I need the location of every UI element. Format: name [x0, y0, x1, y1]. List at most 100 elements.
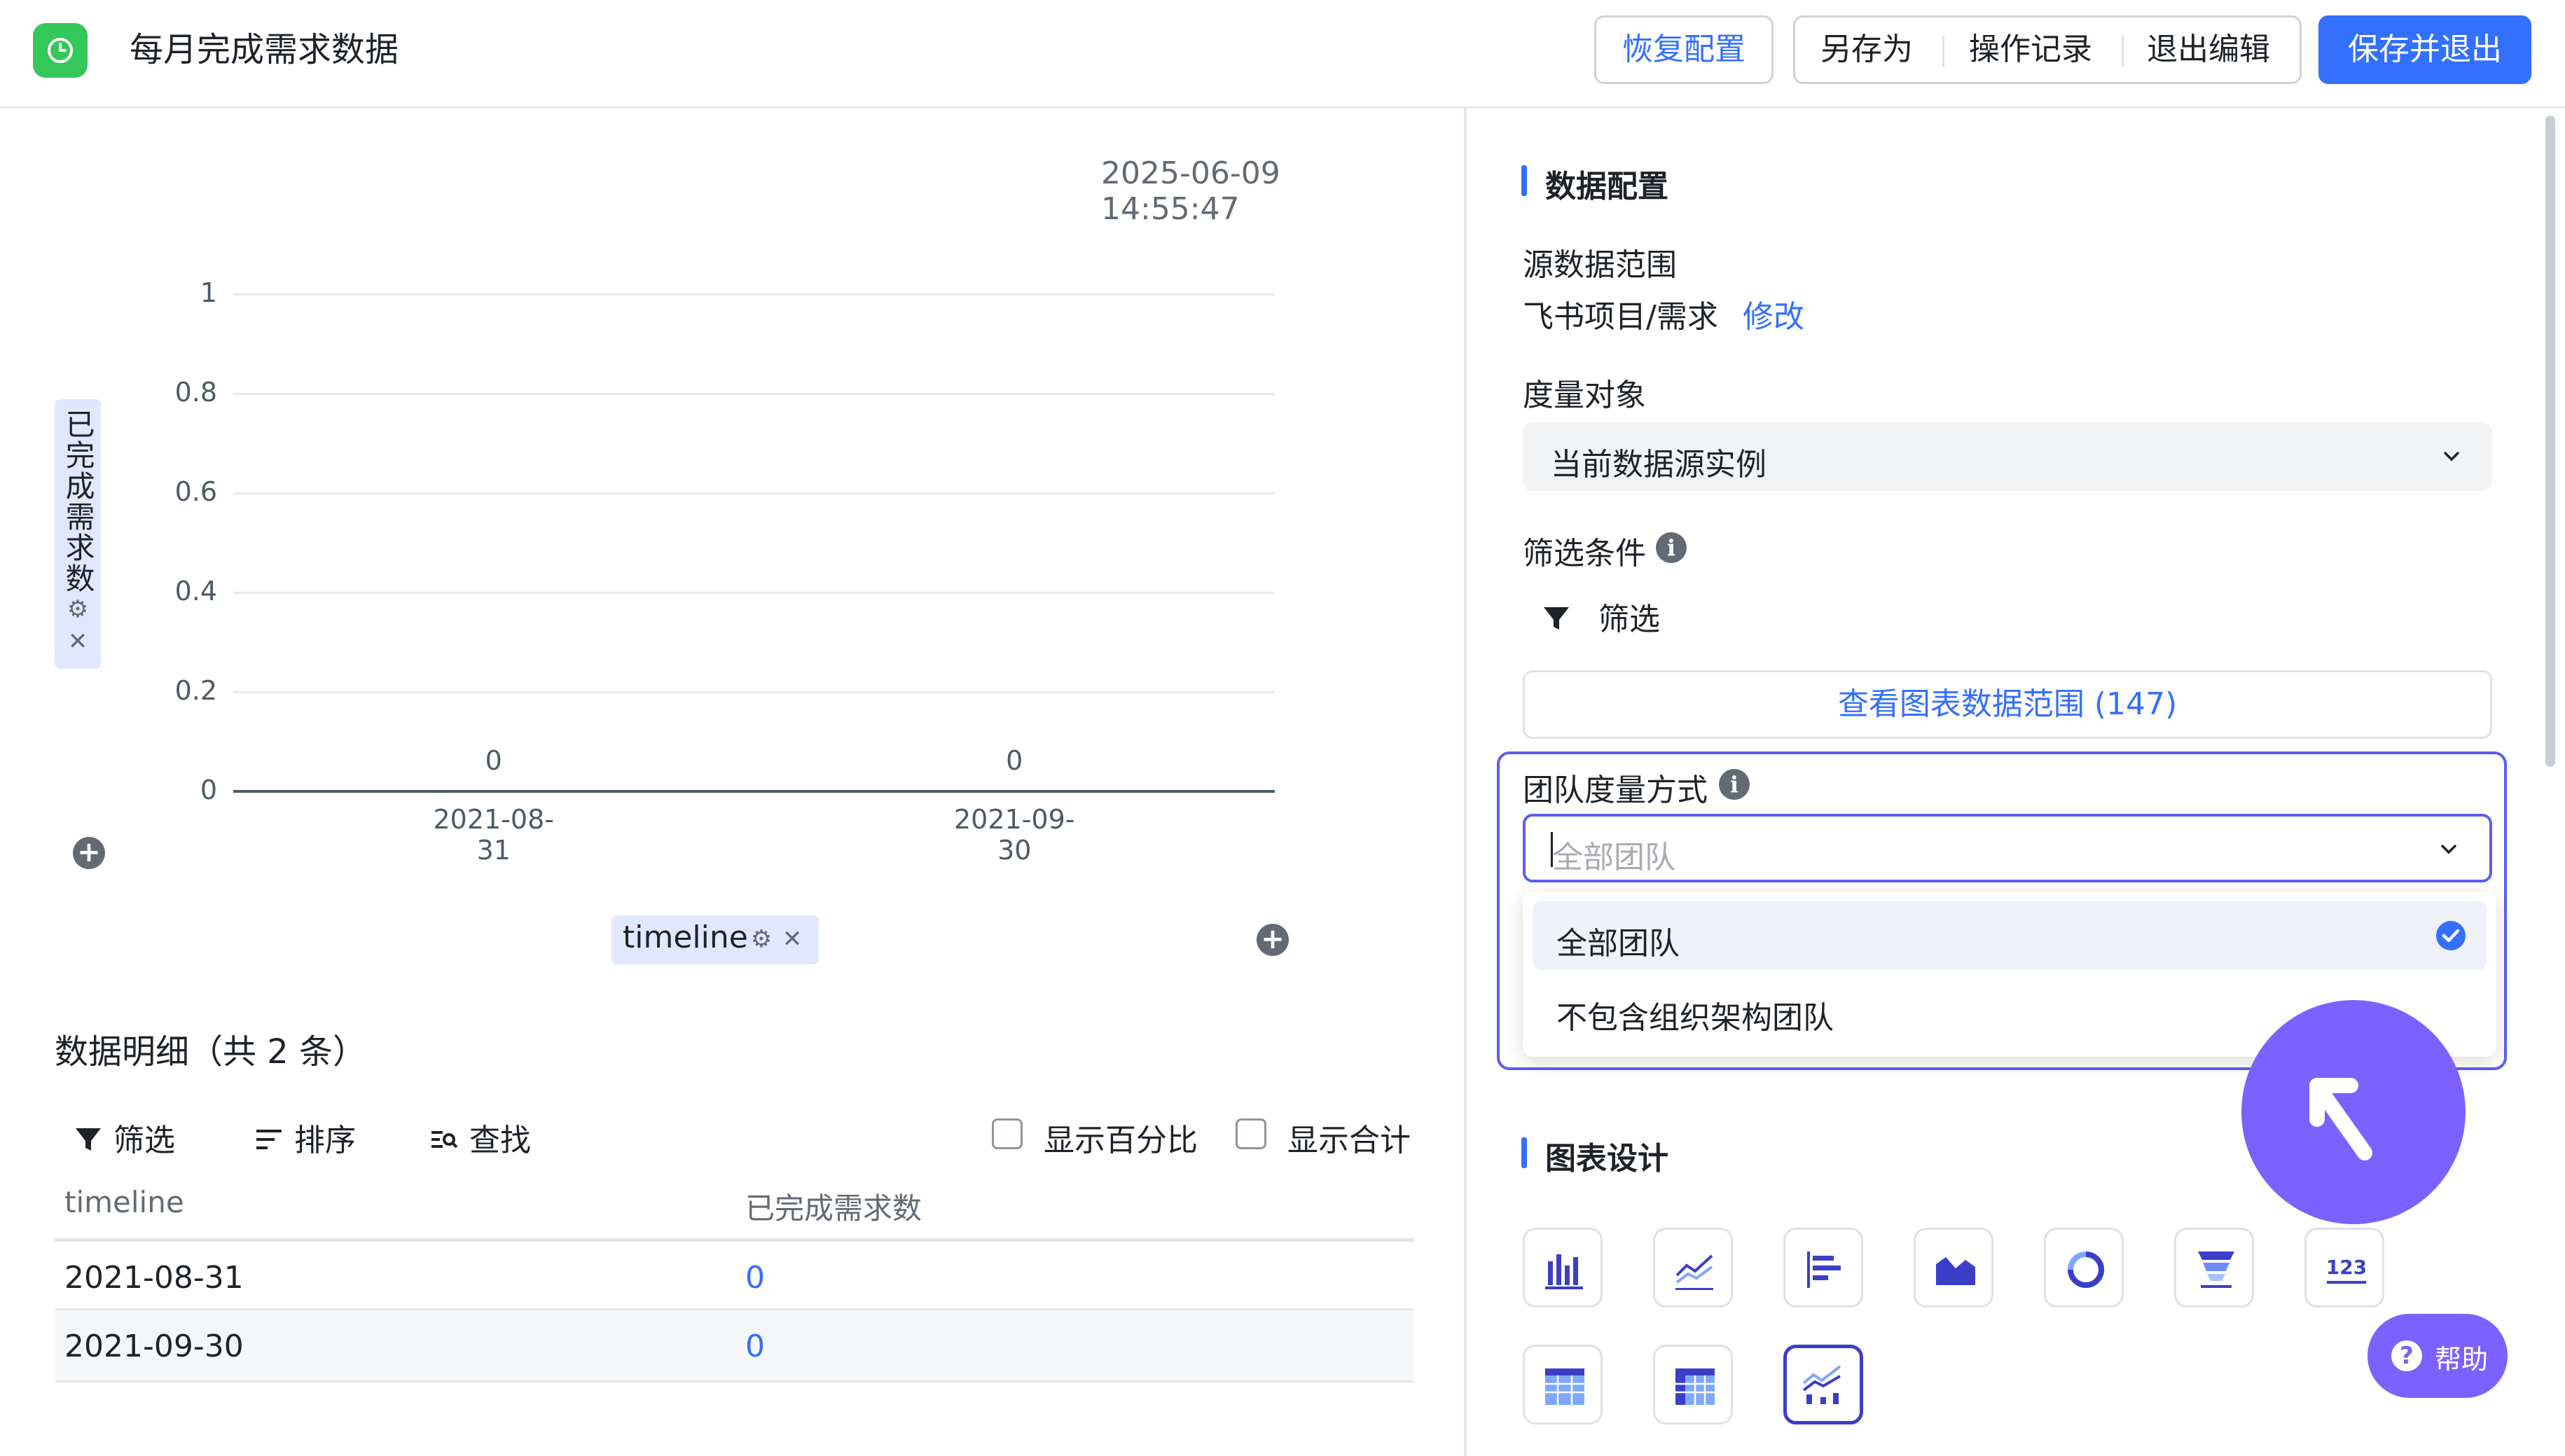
close-icon[interactable]: ✕ [55, 628, 101, 656]
area-chart-icon[interactable] [1914, 1228, 1993, 1308]
filter-condition-label: 筛选条件 [1523, 536, 1646, 571]
chart-timestamp: 2025-06-09 14:55:47 [1101, 155, 1280, 227]
y-tick-label: 1 [200, 277, 217, 308]
details-title: 数据明细（共 2 条） [55, 1032, 367, 1072]
team-measure-label: 团队度量方式 [1523, 772, 1708, 808]
add-y-field-icon[interactable]: + [73, 837, 105, 869]
y-tick-label: 0.8 [174, 377, 217, 408]
divider [1942, 36, 1944, 67]
bar-chart-icon[interactable] [1523, 1228, 1603, 1308]
donut-chart-icon[interactable] [2044, 1228, 2124, 1308]
y-tick-label: 0 [200, 775, 217, 805]
config-scrollbar[interactable] [2545, 116, 2555, 767]
team-select-placeholder: 全部团队 [1552, 840, 1675, 875]
gridline [233, 393, 1275, 395]
gear-icon[interactable]: ⚙ [749, 925, 774, 953]
check-icon [2436, 921, 2466, 950]
action-button-group: 另存为 操作记录 退出编辑 [1793, 15, 2302, 84]
modify-source-link[interactable]: 修改 [1743, 291, 1804, 336]
line-chart-icon[interactable] [1653, 1228, 1733, 1308]
gridline [233, 293, 1275, 296]
option-label: 全部团队 [1556, 926, 1680, 962]
chevron-down-icon [2443, 451, 2460, 462]
number-card-icon[interactable]: 123 [2304, 1228, 2384, 1308]
info-icon[interactable]: i [1656, 532, 1687, 563]
save-as-button[interactable]: 另存为 [1820, 18, 1913, 82]
text-cursor [1551, 832, 1553, 867]
top-header: 每月完成需求数据 恢复配置 另存为 操作记录 退出编辑 保存并退出 [0, 0, 2565, 109]
source-range-label: 源数据范围 [1523, 247, 1677, 283]
app-logo-icon [33, 23, 88, 78]
info-icon[interactable]: i [1719, 769, 1750, 800]
config-filter-button[interactable]: 筛选 [1541, 594, 1660, 639]
gear-icon[interactable]: ⚙ [55, 595, 101, 623]
measure-select[interactable]: 当前数据源实例 [1523, 422, 2492, 491]
details-sort-label: 排序 [294, 1123, 356, 1158]
x-field-label: timeline [623, 920, 748, 955]
details-find-button[interactable]: 查找 [429, 1115, 531, 1160]
panel-divider [1464, 109, 1467, 1456]
measure-select-value: 当前数据源实例 [1551, 447, 1767, 483]
data-label: 0 [485, 745, 502, 776]
question-icon: ? [2391, 1340, 2422, 1371]
data-label: 0 [1006, 745, 1023, 776]
table-row[interactable]: 2021-08-31 0 [55, 1238, 1413, 1312]
table-cell: 2021-08-31 [64, 1260, 244, 1296]
show-total-checkbox[interactable] [1236, 1118, 1266, 1149]
section-marker [1521, 165, 1527, 196]
column-header: 已完成需求数 [745, 1191, 922, 1226]
details-filter-label: 筛选 [113, 1123, 175, 1158]
x-axis-line [233, 790, 1275, 793]
x-tick-label: 2021-09-30 [954, 804, 1075, 866]
show-percent-checkbox[interactable] [992, 1118, 1023, 1149]
y-tick-label: 0.4 [174, 576, 217, 606]
history-button[interactable]: 操作记录 [1969, 18, 2092, 82]
details-sort-button[interactable]: 排序 [254, 1115, 356, 1160]
show-percent-label: 显示百分比 [1044, 1123, 1198, 1158]
details-filter-button[interactable]: 筛选 [73, 1115, 175, 1160]
section-marker [1521, 1137, 1527, 1168]
team-measure-select[interactable]: 全部团队 [1523, 814, 2492, 882]
y-field-pill[interactable]: 已完成需求数 ⚙ ✕ [55, 399, 101, 669]
funnel-chart-icon[interactable] [2174, 1228, 2254, 1308]
find-icon [431, 1131, 458, 1149]
gridline [233, 492, 1275, 494]
view-chart-data-range-button[interactable]: 查看图表数据范围 (147) [1523, 670, 2492, 739]
details-find-label: 查找 [469, 1123, 531, 1158]
option-label: 不包含组织架构团队 [1556, 1000, 1834, 1036]
table-icon[interactable] [1523, 1345, 1603, 1424]
help-label: 帮助 [2435, 1344, 2489, 1375]
sort-icon [256, 1130, 282, 1149]
table-row[interactable]: 2021-09-30 0 [55, 1308, 1413, 1382]
add-x-field-icon[interactable]: + [1257, 924, 1289, 956]
svg-text:123: 123 [2326, 1256, 2367, 1279]
pivot-table-icon[interactable] [1653, 1345, 1733, 1424]
show-total-label: 显示合计 [1287, 1123, 1411, 1158]
restore-config-button[interactable]: 恢复配置 [1594, 15, 1774, 84]
pointer-arrow-icon [2241, 1000, 2466, 1224]
column-header: timeline [64, 1185, 184, 1219]
gridline [233, 592, 1275, 594]
filter-icon [76, 1128, 101, 1151]
source-value: 飞书项目/需求 [1523, 299, 1718, 335]
y-tick-label: 0.6 [174, 476, 217, 507]
y-tick-label: 0.2 [174, 675, 217, 706]
x-field-pill[interactable]: timeline ⚙ ✕ [611, 915, 819, 964]
combo-chart-icon[interactable] [1783, 1345, 1863, 1424]
exit-edit-button[interactable]: 退出编辑 [2147, 18, 2270, 82]
page-title: 每月完成需求数据 [130, 30, 399, 69]
option-all-teams[interactable]: 全部团队 [1533, 901, 2487, 970]
help-button[interactable]: ? 帮助 [2367, 1314, 2508, 1398]
filter-icon [1544, 607, 1569, 630]
divider [2122, 36, 2124, 67]
y-field-label: 已完成需求数 [61, 409, 95, 594]
close-icon[interactable]: ✕ [780, 925, 805, 953]
measure-label: 度量对象 [1523, 377, 1646, 413]
horizontal-bar-icon[interactable] [1783, 1228, 1863, 1308]
save-and-exit-button[interactable]: 保存并退出 [2318, 15, 2531, 84]
chevron-down-icon [2440, 844, 2457, 854]
table-cell-link[interactable]: 0 [745, 1260, 765, 1296]
table-cell-link[interactable]: 0 [745, 1329, 765, 1364]
chart-design-title: 图表设计 [1545, 1141, 1668, 1177]
data-config-title: 数据配置 [1545, 169, 1668, 204]
